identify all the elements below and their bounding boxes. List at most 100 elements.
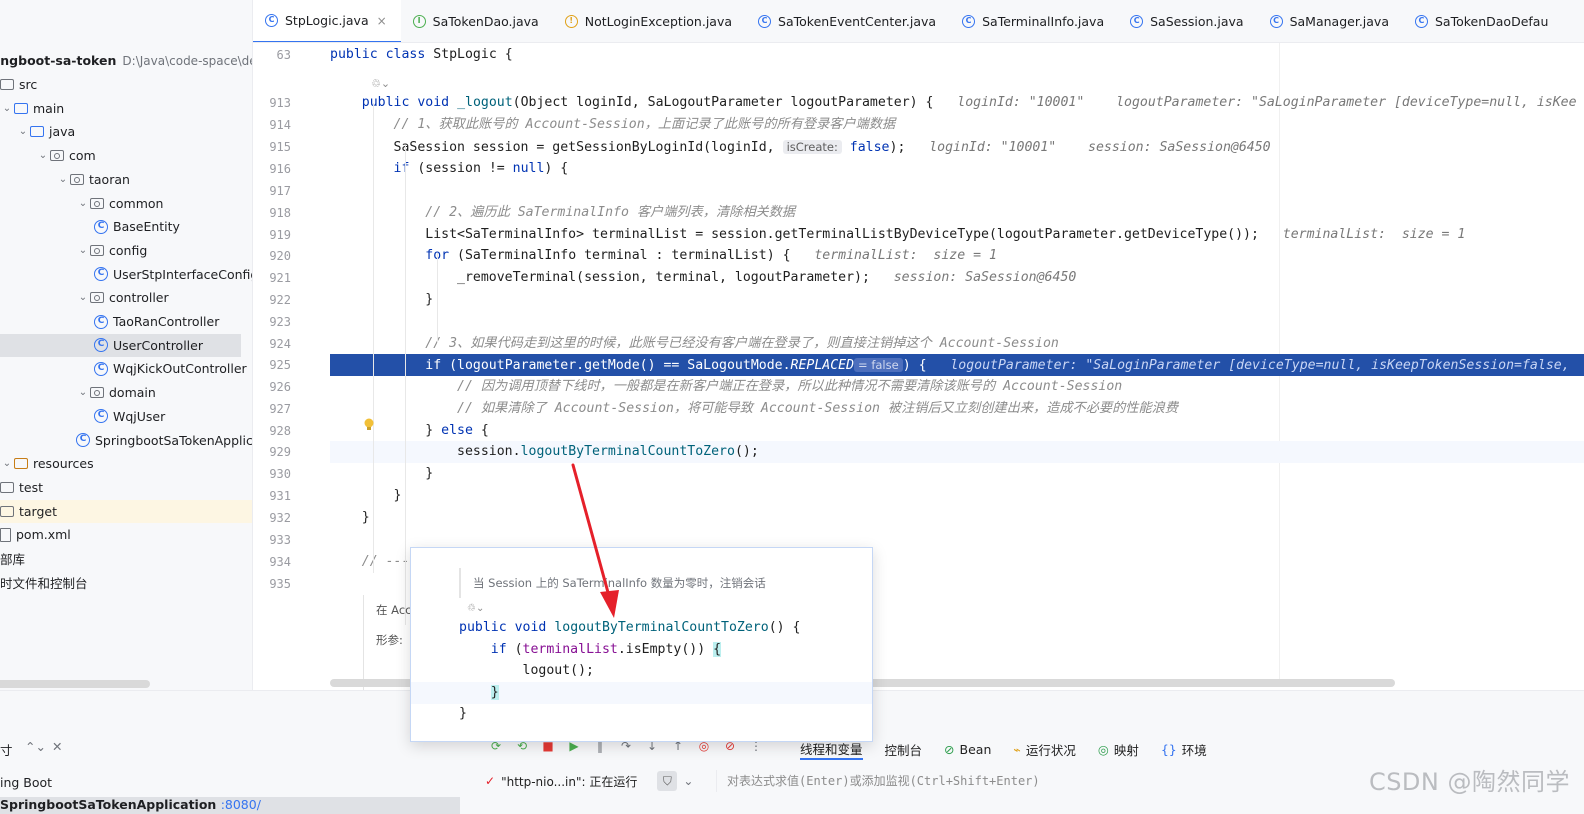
code-line[interactable]: } — [330, 289, 1584, 311]
code-line[interactable]: } else { — [330, 420, 1584, 442]
tab-saterminalinfo-java[interactable]: C SaTerminalInfo.java — [950, 0, 1118, 42]
collapse-all-icon[interactable]: ✕ — [52, 739, 62, 754]
chevron-down-icon[interactable]: ⌄ — [76, 245, 90, 256]
tab-satokendaodefau[interactable]: C SaTokenDaoDefau — [1403, 0, 1562, 42]
project-tree-label: pom.xml — [16, 527, 71, 543]
debug-tab[interactable]: ◎ 映射 — [1098, 738, 1139, 760]
project-tree-item[interactable]: ⌄ config — [0, 239, 252, 262]
code-line[interactable]: } — [330, 463, 1584, 485]
chevron-down-icon[interactable]: ⌄ — [36, 150, 50, 161]
close-icon[interactable]: × — [377, 14, 387, 28]
project-tree-item[interactable]: ⌄ common — [0, 192, 252, 215]
filter-icon[interactable]: ⛉ — [657, 771, 678, 791]
code-line[interactable] — [330, 180, 1584, 202]
code-line[interactable]: // 1、获取此账号的 Account-Session，上面记录了此账号的所有登… — [330, 114, 1584, 136]
project-tree-item[interactable]: ⌄ taoran — [0, 168, 252, 191]
line-number: 63 — [276, 48, 291, 62]
services-app-row[interactable]: SpringbootSaTokenApplication :8080/ — [0, 797, 460, 814]
project-tree-item[interactable]: 时文件和控制台 — [0, 571, 252, 594]
project-name: ingboot-sa-token — [0, 53, 117, 68]
code-line[interactable]: List<SaTerminalInfo> terminalList = sess… — [330, 224, 1584, 246]
project-tree-item[interactable]: C UserStpInterfaceConfig — [0, 263, 252, 286]
folder-icon — [30, 126, 44, 138]
folder-icon — [0, 505, 14, 517]
services-app-port[interactable]: :8080/ — [221, 797, 261, 812]
thread-dropdown-icon[interactable]: ⌄ — [683, 774, 693, 788]
project-tree-item[interactable]: ⌄ resources — [0, 452, 252, 475]
code-line[interactable]: for (SaTerminalInfo terminal : terminalL… — [330, 245, 1584, 267]
chevron-down-icon[interactable]: ⌄ — [0, 458, 14, 469]
project-tree-item[interactable]: ⌄ controller — [0, 286, 252, 309]
code-line-selected[interactable]: if (logoutParameter.getMode() == SaLogou… — [330, 354, 1584, 376]
project-tree-label: src — [19, 77, 38, 92]
chevron-down-icon[interactable]: ⌄ — [76, 387, 90, 398]
project-tree-label: java — [49, 124, 76, 140]
project-tree-item[interactable]: C SpringbootSaTokenApplicat — [0, 429, 252, 452]
tab-sasession-java[interactable]: C SaSession.java — [1118, 0, 1257, 42]
project-tree-item[interactable]: C WqjKickOutController — [0, 357, 252, 380]
project-tree-item[interactable]: C TaoRanController — [0, 310, 252, 333]
class-icon: C — [1130, 15, 1144, 28]
chevron-down-icon[interactable]: ⌄ — [76, 292, 90, 303]
chevron-down-icon[interactable]: ⌄ — [0, 103, 14, 114]
project-tree-item[interactable]: test — [0, 476, 252, 499]
project-tree-item[interactable]: target — [0, 499, 252, 523]
project-tree-label: resources — [33, 456, 94, 472]
tab-label: NotLoginException.java — [584, 14, 733, 29]
line-number: 928 — [269, 424, 291, 438]
project-hscrollbar[interactable] — [0, 680, 150, 688]
project-tree-item[interactable]: ⌄ java — [0, 120, 252, 143]
code-line[interactable]: public void _logout(Object loginId, SaLo… — [330, 92, 1584, 114]
tab-label: SaSession.java — [1150, 14, 1244, 29]
code-line[interactable]: // 3、如果代码走到这里的时候，此账号已经没有客户端在登录了，则直接注销掉这个… — [330, 333, 1584, 355]
services-spring-boot-label[interactable]: ing Boot — [0, 775, 52, 790]
check-icon: ✓ — [485, 774, 496, 788]
chevron-down-icon[interactable]: ⌄ — [16, 126, 30, 137]
project-tree-item[interactable]: 部库 — [0, 547, 252, 570]
code-line[interactable]: SaSession session = getSessionByLoginId(… — [330, 136, 1584, 158]
project-tree-item[interactable]: C WqjUser — [0, 405, 252, 428]
code-line[interactable]: } — [330, 485, 1584, 507]
code-line[interactable]: if (session != null) { — [330, 158, 1584, 180]
line-number: 923 — [269, 315, 291, 329]
intention-bulb-icon[interactable] — [363, 418, 375, 432]
debug-tab-label: 运行状况 — [1025, 742, 1076, 758]
thread-selector[interactable]: ✓ "http-nio...in": 正在运行 ⛉ ⌄ — [473, 770, 716, 792]
tab-satokeneventcenter-java[interactable]: C SaTokenEventCenter.java — [746, 0, 950, 42]
line-number: 918 — [269, 206, 291, 220]
chevron-down-icon[interactable]: ⌄ — [56, 174, 70, 185]
code-line[interactable]: _removeTerminal(session, terminal, logou… — [330, 267, 1584, 289]
project-tree-item[interactable]: src — [0, 73, 252, 96]
debug-tab[interactable]: ⊘ Bean — [944, 738, 991, 760]
project-path: D:\Java\code-space\dem — [122, 53, 252, 68]
tab-samanager-java[interactable]: C SaManager.java — [1258, 0, 1403, 42]
debug-tab[interactable]: {} 环境 — [1161, 738, 1207, 760]
code-line[interactable]: session.logoutByTerminalCountToZero(); — [330, 441, 1584, 463]
project-tree-item[interactable]: ⌄ domain — [0, 381, 252, 404]
project-tree-item[interactable]: ⌄ com — [0, 144, 252, 167]
project-tree-item[interactable]: C UserController — [0, 333, 241, 357]
tab-stplogic-java[interactable]: C StpLogic.java × — [253, 0, 401, 42]
code-line[interactable]: // 如果清除了 Account-Session，将可能导致 Account-S… — [330, 398, 1584, 420]
chevron-down-icon[interactable]: ⌄ — [76, 198, 90, 209]
project-tree-item[interactable]: pom.xml — [0, 523, 252, 546]
tab-label: SaTokenDaoDefau — [1434, 14, 1549, 29]
code-line[interactable] — [330, 311, 1584, 333]
debug-tab[interactable]: ⌁ 运行状况 — [1013, 738, 1076, 760]
inlay-hint: isCreate: — [782, 140, 842, 154]
code-line[interactable]: // 2、遍历此 SaTerminalInfo 客户端列表，清除相关数据 — [330, 202, 1584, 224]
project-tree-item[interactable]: C BaseEntity — [0, 215, 252, 238]
debug-value-hint: terminalList: size = 1 — [1258, 227, 1466, 242]
resources-folder-icon — [14, 458, 28, 470]
code-line[interactable]: } — [330, 507, 1584, 529]
project-root[interactable]: ingboot-sa-token D:\Java\code-space\dem — [0, 49, 252, 72]
debug-tab[interactable]: 控制台 — [885, 738, 923, 760]
code-line[interactable]: // 因为调用顶替下线时，一般都是在新客户端正在登录，所以此种情况不需要清除该账… — [330, 376, 1584, 398]
tab-satokendao-java[interactable]: I SaTokenDao.java — [401, 0, 553, 42]
expand-all-icon[interactable]: ⌃⌄ — [25, 739, 46, 754]
quick-definition-popup[interactable]: 当 Session 上的 SaTerminalInfo 数量为零时，注销会话 ♲… — [410, 547, 873, 742]
project-tree-label: 部库 — [0, 552, 26, 567]
project-tree-item[interactable]: ⌄ main — [0, 97, 252, 120]
tab-notloginexception-java[interactable]: ! NotLoginException.java — [553, 0, 746, 42]
code-line[interactable]: public class StpLogic { — [330, 44, 1584, 66]
